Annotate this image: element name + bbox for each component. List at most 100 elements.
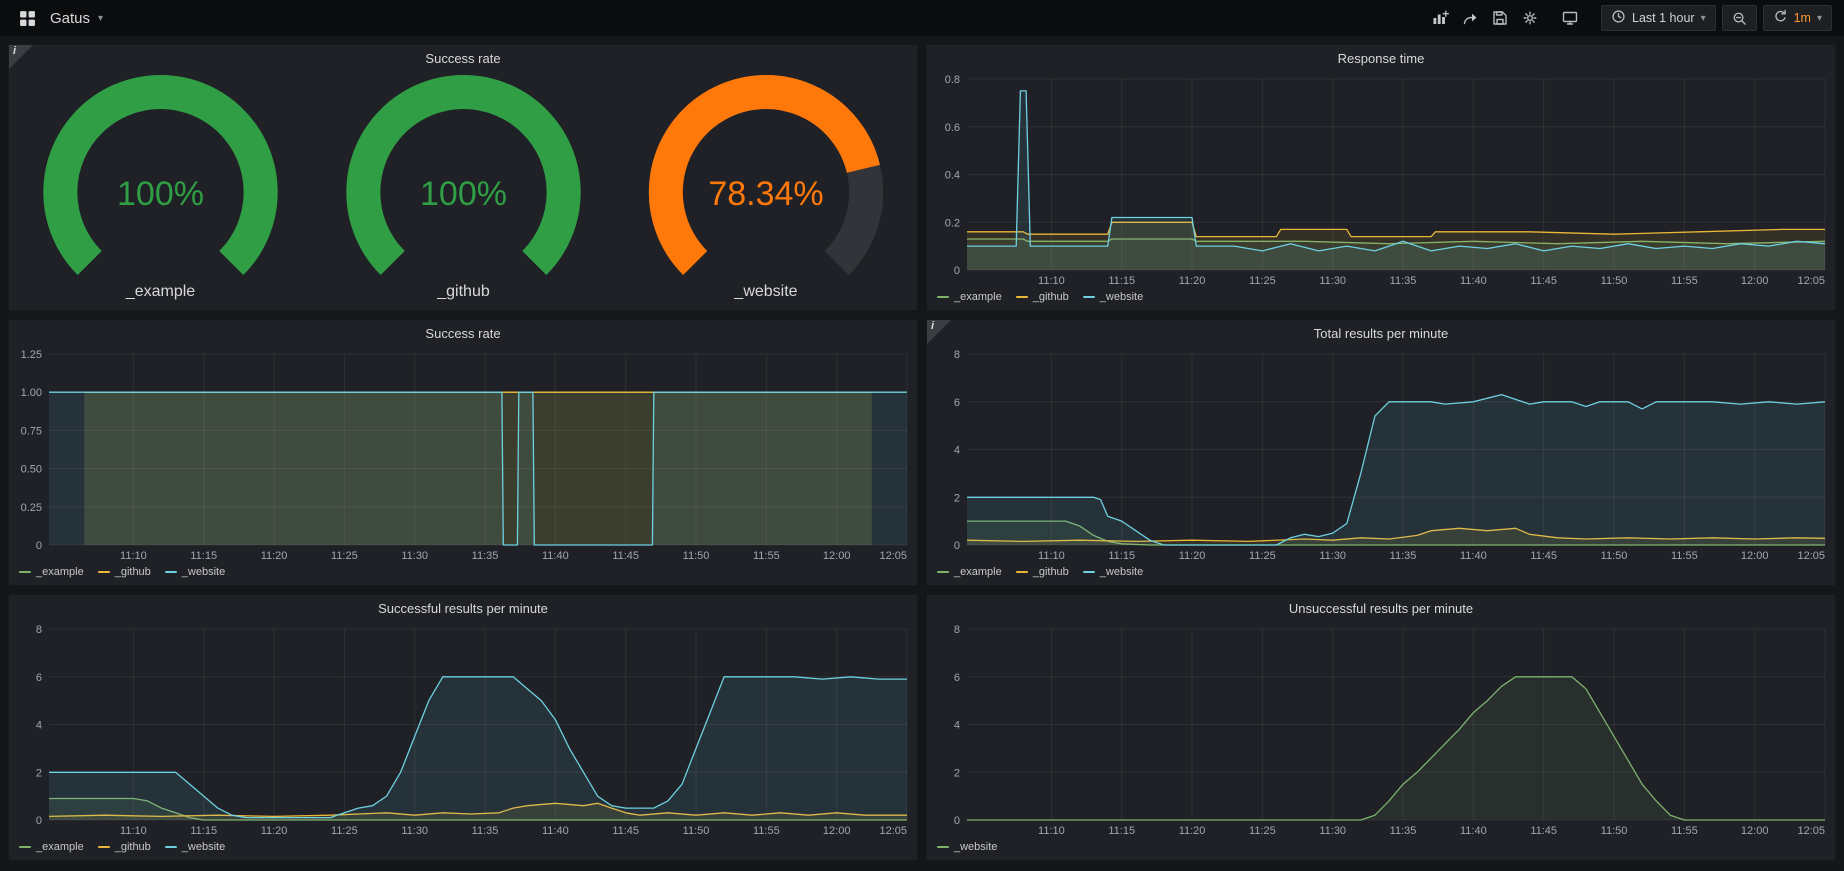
legend-item-example[interactable]: _example: [937, 291, 1002, 303]
svg-text:0.50: 0.50: [21, 464, 42, 476]
svg-text:12:00: 12:00: [823, 550, 851, 562]
legend-item-github[interactable]: _github: [1016, 566, 1069, 578]
panel-header-unsuccessful-results[interactable]: Unsuccessful results per minute: [927, 595, 1835, 621]
svg-text:0.4: 0.4: [945, 170, 960, 182]
zoom-out-button[interactable]: [1722, 5, 1757, 31]
gauge-github: 100% _github: [312, 71, 615, 310]
panel-info-icon[interactable]: i: [9, 45, 33, 69]
panel-title: Response time: [1338, 51, 1425, 66]
svg-text:1.00: 1.00: [21, 387, 42, 399]
panel-total-results: i Total results per minute 0246811:1011:…: [926, 319, 1836, 586]
svg-text:0: 0: [36, 540, 42, 552]
dashboard-title[interactable]: Gatus: [50, 10, 90, 27]
svg-text:0.75: 0.75: [21, 425, 42, 437]
dashboard-grid: i Success rate 100% _example 100% _githu…: [0, 36, 1844, 869]
svg-text:6: 6: [36, 672, 42, 684]
legend-item-website[interactable]: _website: [1083, 566, 1143, 578]
svg-text:11:40: 11:40: [542, 825, 569, 837]
svg-text:11:45: 11:45: [612, 825, 639, 837]
svg-text:11:10: 11:10: [1038, 275, 1065, 287]
svg-text:11:50: 11:50: [1601, 550, 1628, 562]
refresh-button[interactable]: 1m ▾: [1763, 5, 1832, 31]
svg-text:11:20: 11:20: [261, 825, 288, 837]
legend-item-github[interactable]: _github: [98, 841, 151, 853]
legend-swatch: [19, 846, 31, 848]
successful-results-chart[interactable]: 0246811:1011:1511:2011:2511:3011:3511:40…: [9, 621, 917, 838]
success-rate-chart[interactable]: 00.250.500.751.001.2511:1011:1511:2011:2…: [9, 346, 917, 563]
gauge-label: _github: [437, 283, 490, 310]
svg-text:12:05: 12:05: [1797, 550, 1825, 562]
svg-text:11:15: 11:15: [1108, 550, 1135, 562]
legend-item-website[interactable]: _website: [937, 841, 997, 853]
svg-text:0.2: 0.2: [945, 217, 960, 229]
svg-text:11:40: 11:40: [1460, 825, 1487, 837]
svg-text:4: 4: [954, 445, 960, 457]
legend-label: _website: [954, 841, 997, 853]
legend-item-example[interactable]: _example: [937, 566, 1002, 578]
panel-response-time: Response time 00.20.40.60.811:1011:1511:…: [926, 44, 1836, 311]
dashboard-caret-icon[interactable]: ▾: [98, 13, 103, 24]
svg-text:11:50: 11:50: [683, 550, 710, 562]
legend-item-example[interactable]: _example: [19, 841, 84, 853]
svg-text:11:55: 11:55: [1671, 275, 1698, 287]
cycle-view-button[interactable]: [1555, 5, 1585, 31]
legend-label: _website: [182, 566, 225, 578]
gauge-label: _example: [126, 283, 195, 310]
total-results-chart[interactable]: 0246811:1011:1511:2011:2511:3011:3511:40…: [927, 346, 1835, 563]
svg-text:4: 4: [954, 720, 960, 732]
legend-item-github[interactable]: _github: [1016, 291, 1069, 303]
svg-text:12:00: 12:00: [1741, 275, 1769, 287]
settings-button[interactable]: [1515, 5, 1545, 31]
panel-header-success-rate-graph[interactable]: Success rate: [9, 320, 917, 346]
add-panel-button[interactable]: [1425, 5, 1455, 31]
legend-item-website[interactable]: _website: [165, 841, 225, 853]
time-range-caret-icon: ▾: [1701, 13, 1706, 24]
panel-header-successful-results[interactable]: Successful results per minute: [9, 595, 917, 621]
legend-item-example[interactable]: _example: [19, 566, 84, 578]
svg-text:0: 0: [954, 815, 960, 827]
svg-text:11:35: 11:35: [472, 825, 499, 837]
response-time-chart[interactable]: 00.20.40.60.811:1011:1511:2011:2511:3011…: [927, 71, 1835, 288]
panel-title: Successful results per minute: [378, 601, 548, 616]
chart-legend: _website: [927, 838, 1835, 860]
legend-item-website[interactable]: _website: [1083, 291, 1143, 303]
svg-text:11:20: 11:20: [1179, 550, 1206, 562]
svg-text:11:25: 11:25: [331, 550, 358, 562]
svg-text:2: 2: [36, 767, 42, 779]
panel-header-total-results[interactable]: Total results per minute: [927, 320, 1835, 346]
svg-text:11:55: 11:55: [753, 550, 780, 562]
refresh-icon: [1773, 9, 1788, 27]
svg-text:0: 0: [36, 815, 42, 827]
chart-legend: _example _github _website: [927, 288, 1835, 310]
svg-text:12:05: 12:05: [879, 825, 907, 837]
unsuccessful-results-chart[interactable]: 0246811:1011:1511:2011:2511:3011:3511:40…: [927, 621, 1835, 838]
svg-text:11:30: 11:30: [401, 550, 428, 562]
share-button[interactable]: [1455, 5, 1485, 31]
svg-text:11:55: 11:55: [1671, 550, 1698, 562]
panel-successful-results: Successful results per minute 0246811:10…: [8, 594, 918, 861]
legend-label: _website: [1100, 291, 1143, 303]
svg-text:12:00: 12:00: [1741, 550, 1769, 562]
panel-header-success-rate-gauges[interactable]: Success rate: [9, 45, 917, 71]
svg-text:11:35: 11:35: [1390, 550, 1417, 562]
apps-grid-icon[interactable]: [12, 5, 42, 31]
save-button[interactable]: [1485, 5, 1515, 31]
svg-text:8: 8: [954, 624, 960, 636]
time-range-picker[interactable]: Last 1 hour ▾: [1601, 5, 1716, 31]
gauge-label: _website: [734, 283, 797, 310]
legend-swatch: [98, 571, 110, 573]
chart-legend: _example _github _website: [927, 563, 1835, 585]
svg-text:11:40: 11:40: [542, 550, 569, 562]
svg-text:11:50: 11:50: [1601, 275, 1628, 287]
legend-item-website[interactable]: _website: [165, 566, 225, 578]
legend-swatch: [1083, 296, 1095, 298]
svg-text:11:25: 11:25: [331, 825, 358, 837]
legend-item-github[interactable]: _github: [98, 566, 151, 578]
svg-text:12:05: 12:05: [1797, 825, 1825, 837]
svg-text:11:55: 11:55: [1671, 825, 1698, 837]
panel-success-rate-gauges: i Success rate 100% _example 100% _githu…: [8, 44, 918, 311]
gauge-arc-website: 78.34%: [615, 71, 917, 283]
legend-swatch: [937, 846, 949, 848]
panel-header-response-time[interactable]: Response time: [927, 45, 1835, 71]
panel-info-icon[interactable]: i: [927, 320, 951, 344]
